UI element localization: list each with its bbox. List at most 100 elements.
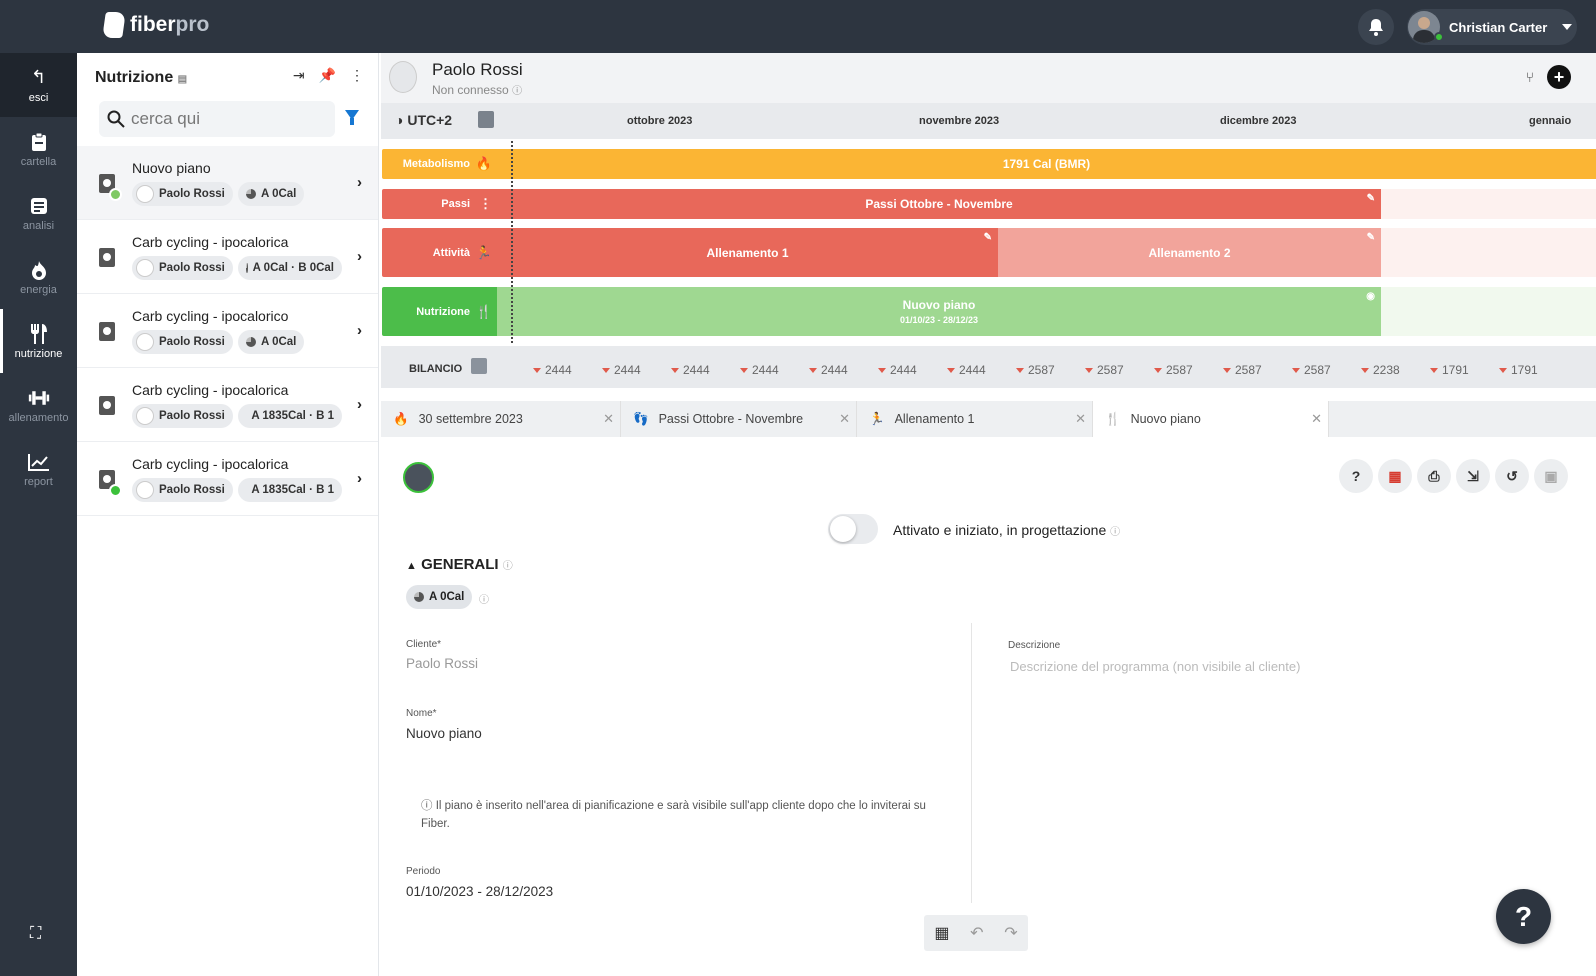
info-icon: ⓘ bbox=[502, 561, 513, 572]
name-field[interactable]: Nuovo piano bbox=[406, 726, 482, 741]
pin-icon[interactable]: 📌 bbox=[319, 67, 336, 84]
filter-icon[interactable] bbox=[345, 110, 359, 125]
nav-item-energia[interactable]: energia bbox=[0, 245, 77, 309]
fork-knife-icon: 🍴 bbox=[475, 303, 492, 319]
balance-value: 2238 bbox=[1361, 363, 1400, 377]
close-icon[interactable]: ✕ bbox=[839, 411, 850, 427]
chevron-right-icon: › bbox=[357, 322, 362, 339]
period-field[interactable]: 01/10/2023 - 28/12/2023 bbox=[406, 884, 553, 899]
nav-item-nutrizione[interactable]: nutrizione bbox=[0, 309, 77, 373]
search-icon bbox=[107, 110, 125, 128]
metabolism-bar[interactable]: 1791 Cal (BMR) bbox=[497, 149, 1596, 179]
section-generali[interactable]: ▲ GENERALI ⓘ bbox=[406, 556, 513, 573]
brand-accent: pro bbox=[175, 13, 210, 36]
tab-passi[interactable]: 👣 Passi Ottobre - Novembre ✕ bbox=[621, 401, 857, 437]
bar-chart-icon[interactable] bbox=[471, 358, 487, 374]
plan-list-item[interactable]: Carb cycling - ipocalorico Paolo Rossi A… bbox=[77, 294, 378, 368]
add-icon[interactable]: + bbox=[1547, 65, 1571, 89]
activity-bar-1[interactable]: Allenamento 1 ✎ bbox=[497, 228, 998, 277]
calories-chip: A 1835Cal · B 1 bbox=[238, 404, 342, 428]
branch-icon[interactable]: ⑂ bbox=[1526, 69, 1534, 85]
top-bar: fiberpro Christian Carter bbox=[0, 0, 1596, 53]
month-label: dicembre 2023 bbox=[1220, 115, 1297, 127]
balance-value: 2587 bbox=[1223, 363, 1262, 377]
row-label-nutrizione[interactable]: Nutrizione 🍴 bbox=[382, 287, 502, 336]
app-logo[interactable]: fiberpro bbox=[102, 12, 210, 38]
row-label-attivita[interactable]: Attività 🏃 bbox=[382, 228, 502, 277]
edit-icon: ✎ bbox=[1366, 193, 1375, 204]
user-menu[interactable]: Christian Carter bbox=[1407, 9, 1577, 45]
history-icon[interactable]: ↺ bbox=[1495, 459, 1529, 493]
tab-metabolismo[interactable]: 🔥 30 settembre 2023 ✕ bbox=[381, 401, 621, 437]
row-label-passi[interactable]: Passi ⋮ bbox=[382, 189, 502, 219]
plan-list-item[interactable]: Carb cycling - ipocalorica Paolo Rossi A… bbox=[77, 368, 378, 442]
description-field[interactable]: Descrizione del programma (non visibile … bbox=[1010, 659, 1300, 674]
print-icon[interactable]: ⎙ bbox=[1417, 459, 1451, 493]
plan-title: Carb cycling - ipocalorico bbox=[132, 308, 289, 324]
plan-document-icon bbox=[99, 396, 115, 415]
month-label: ottobre 2023 bbox=[627, 115, 693, 127]
online-status-dot bbox=[1434, 32, 1444, 42]
plan-document-icon bbox=[99, 322, 115, 341]
help-icon[interactable]: ? bbox=[1339, 459, 1373, 493]
undo-icon[interactable]: ↶ bbox=[970, 923, 983, 943]
activation-toggle[interactable] bbox=[828, 514, 878, 544]
user-name: Christian Carter bbox=[1449, 19, 1548, 35]
main-area: Paolo Rossi Non connesso ⓘ ⑂ + ◑ UTC+2 o… bbox=[381, 53, 1596, 976]
nav-item-report[interactable]: report bbox=[0, 437, 77, 501]
nav-item-esci[interactable]: ↰ esci bbox=[0, 53, 77, 117]
nav-item-cartella[interactable]: cartella bbox=[0, 117, 77, 181]
nav-label: nutrizione bbox=[14, 347, 63, 360]
activity-bar-2[interactable]: Allenamento 2 ✎ bbox=[998, 228, 1381, 277]
patient-status: Non connesso ⓘ bbox=[432, 83, 523, 97]
fullscreen-icon[interactable]: ⛶ bbox=[30, 925, 41, 943]
balance-value: 2444 bbox=[947, 363, 986, 377]
pie-icon bbox=[246, 189, 256, 199]
client-field[interactable]: Paolo Rossi bbox=[406, 656, 478, 671]
plan-list-item[interactable]: Carb cycling - ipocalorica Paolo Rossi A… bbox=[77, 220, 378, 294]
balance-value: 2444 bbox=[878, 363, 917, 377]
balance-value: 1791 bbox=[1430, 363, 1469, 377]
balance-row: BILANCIO 2444 2444 2444 2444 2444 2444 2… bbox=[381, 346, 1596, 388]
nav-item-analisi[interactable]: analisi bbox=[0, 181, 77, 245]
more-vertical-icon[interactable]: ⋮ bbox=[350, 67, 364, 84]
tab-nutrizione[interactable]: 🍴 Nuovo piano ✕ bbox=[1093, 401, 1329, 437]
delete-calendar-icon[interactable]: ▦ bbox=[1378, 459, 1412, 493]
activity-bar-future bbox=[1381, 228, 1596, 277]
calendar-icon[interactable] bbox=[478, 111, 494, 128]
export-icon[interactable]: ⇲ bbox=[1456, 459, 1490, 493]
nav-item-allenamento[interactable]: allenamento bbox=[0, 373, 77, 437]
close-icon[interactable]: ✕ bbox=[1311, 411, 1322, 427]
row-label-metabolismo[interactable]: Metabolismo 🔥 bbox=[382, 149, 502, 179]
save-icon[interactable]: ▣ bbox=[1534, 459, 1568, 493]
today-marker bbox=[511, 141, 513, 343]
plan-document-icon bbox=[99, 248, 115, 267]
plan-list-item[interactable]: Carb cycling - ipocalorica Paolo Rossi A… bbox=[77, 442, 378, 516]
plan-list-item[interactable]: Nuovo piano Paolo Rossi A 0Cal › bbox=[77, 146, 378, 220]
search-input[interactable]: cerca qui bbox=[99, 101, 335, 137]
tab-attivita[interactable]: 🏃 Allenamento 1 ✕ bbox=[857, 401, 1093, 437]
collapse-panel-icon[interactable]: ⇥ bbox=[293, 67, 305, 84]
notifications-bell-icon[interactable] bbox=[1358, 9, 1394, 45]
client-avatar bbox=[136, 259, 154, 277]
running-icon: 🏃 bbox=[869, 411, 885, 426]
close-icon[interactable]: ✕ bbox=[1075, 411, 1086, 427]
client-chip: Paolo Rossi bbox=[132, 330, 233, 354]
coach-avatar bbox=[403, 462, 434, 493]
redo-icon[interactable]: ↷ bbox=[1004, 923, 1017, 943]
steps-bar[interactable]: Passi Ottobre - Novembre ✎ bbox=[497, 189, 1381, 219]
chevron-up-icon: ▲ bbox=[406, 560, 417, 572]
grid-icon[interactable]: ▦ bbox=[934, 923, 949, 943]
chart-icon bbox=[27, 451, 50, 473]
client-chip: Paolo Rossi bbox=[132, 478, 233, 502]
nav-label: energia bbox=[20, 283, 57, 296]
timezone-selector[interactable]: ◑ UTC+2 bbox=[395, 112, 452, 128]
close-icon[interactable]: ✕ bbox=[603, 411, 614, 427]
client-chip: Paolo Rossi bbox=[132, 182, 233, 206]
balance-value: 2444 bbox=[602, 363, 641, 377]
footsteps-icon: ⋮ bbox=[479, 196, 492, 211]
panel-title: Nutrizione ▤ bbox=[95, 69, 188, 86]
nutrition-bar[interactable]: Nuovo piano 01/10/23 - 28/12/23 ◉ bbox=[497, 287, 1381, 336]
help-chat-button[interactable]: ? bbox=[1496, 889, 1551, 944]
timeline-header: ◑ UTC+2 ottobre 2023 novembre 2023 dicem… bbox=[381, 103, 1596, 139]
